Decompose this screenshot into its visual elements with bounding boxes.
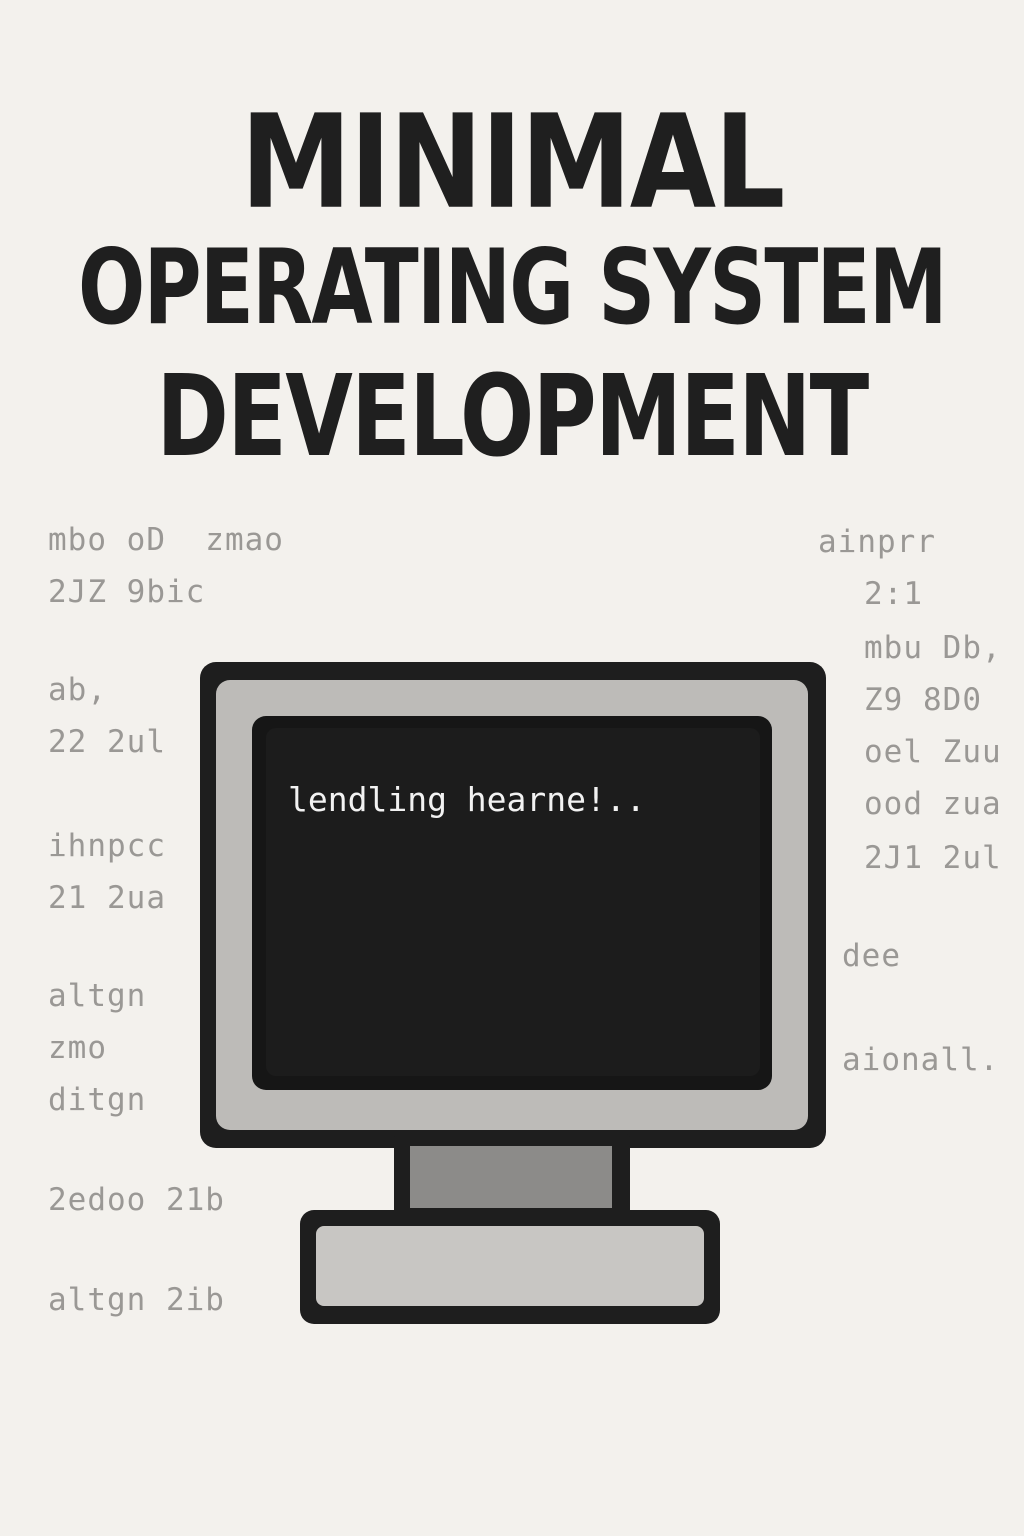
- right-code-line: 2J1 2ul: [864, 840, 1002, 876]
- screen-text: lendling hearne!..: [288, 780, 646, 819]
- left-code-line: mbo oD zmao: [48, 522, 284, 558]
- right-code-line: mbu Db,: [864, 630, 1002, 666]
- monitor-base-inner: [316, 1226, 704, 1306]
- right-code-line: ood zua: [864, 786, 1002, 822]
- left-code-line: 22 2ul: [48, 724, 166, 760]
- left-code-line: ditgn: [48, 1082, 147, 1118]
- left-code-line: ihnpcc: [48, 828, 166, 864]
- title-line-3: DEVELOPMENT: [156, 350, 869, 482]
- title-line-1: MINIMAL: [240, 88, 785, 239]
- left-code-line: 2edoo 21b: [48, 1182, 225, 1218]
- left-code-line: zmo: [48, 1030, 107, 1066]
- monitor-base: [300, 1210, 720, 1324]
- monitor-neck: [394, 1134, 630, 1218]
- monitor-screen: lendling hearne!..: [266, 728, 760, 1076]
- monitor-neck-inner: [410, 1146, 612, 1208]
- right-code-line: ainprr: [818, 524, 936, 560]
- left-code-line: 21 2ua: [48, 880, 166, 916]
- right-code-line: oel Zuu: [864, 734, 1002, 770]
- left-code-line: ab,: [48, 672, 107, 708]
- right-code-line: Z9 8D0: [864, 682, 982, 718]
- left-code-line: altgn: [48, 978, 147, 1014]
- monitor-screen-frame: lendling hearne!..: [252, 716, 772, 1090]
- right-code-line: aionall.: [842, 1042, 1000, 1078]
- right-code-line: dee: [842, 938, 901, 974]
- monitor-frame: lendling hearne!..: [200, 662, 826, 1148]
- left-code-line: altgn 2ib: [48, 1282, 225, 1318]
- right-code-line: 2:1: [864, 576, 923, 612]
- left-code-line: 2JZ 9bic: [48, 574, 206, 610]
- title-line-2: OPERATING SYSTEM: [78, 228, 948, 348]
- left-code-column: mbo oD zmao 2JZ 9bic ab, 22 2ul ihnpcc 2…: [48, 522, 283, 1318]
- monitor-bezel: lendling hearne!..: [216, 680, 808, 1130]
